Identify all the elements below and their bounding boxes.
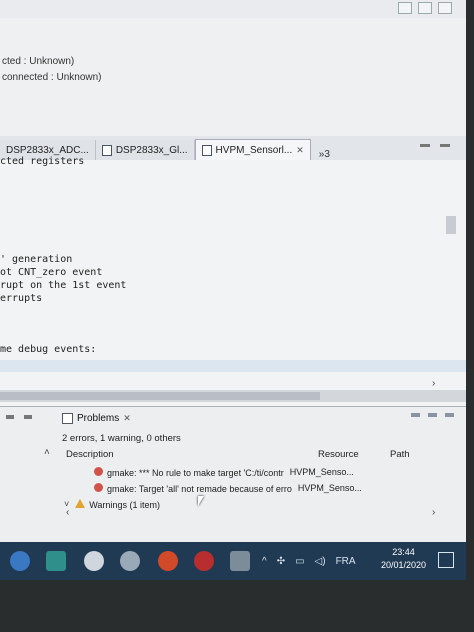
minimize-editor-icon[interactable] [420, 144, 430, 147]
tab-overflow-button[interactable]: »3 [319, 149, 330, 160]
app-icon[interactable] [10, 551, 30, 571]
problems-view: Problems ✕ 2 errors, 1 warning, 0 others… [0, 406, 466, 543]
problems-toolbar [411, 413, 454, 417]
debug-line: cted : Unknown) [2, 56, 75, 67]
error-icon [94, 467, 103, 476]
code-line: errupts [0, 293, 43, 304]
problems-summary: 2 errors, 1 warning, 0 others [62, 433, 181, 444]
debug-line: connected : Unknown) [2, 72, 102, 83]
window-top-bar [0, 0, 466, 18]
horizontal-scroll-thumb[interactable] [0, 392, 320, 400]
error-icon [94, 483, 103, 492]
code-editor[interactable]: cted registers ' generation ot CNT_zero … [0, 156, 466, 406]
problem-resource: HVPM_Senso... [297, 483, 362, 493]
editor-controls [420, 144, 450, 147]
language-indicator[interactable]: FRA [336, 556, 356, 567]
clock-time: 23:44 [392, 547, 415, 557]
problem-description: gmake: *** No rule to make target 'C:/ti… [107, 468, 284, 478]
menu-icon[interactable] [428, 413, 437, 417]
vertical-scrollbar[interactable] [446, 216, 456, 234]
problem-row[interactable]: gmake: Target 'all' not remade because o… [94, 483, 362, 494]
clock[interactable]: 23:44 20/01/2020 [381, 546, 426, 572]
code-line: me debug events: [0, 344, 97, 355]
app-icon[interactable] [230, 551, 250, 571]
app-icon[interactable] [46, 551, 66, 571]
app-icon[interactable] [120, 551, 140, 571]
taskbar: ^ ✣ ▭ ◁) FRA 23:44 20/01/2020 [0, 542, 466, 580]
scroll-left-icon[interactable]: ‹ [66, 507, 69, 518]
powerpoint-icon[interactable] [158, 551, 178, 571]
app-icon[interactable] [194, 551, 214, 571]
current-line-highlight [0, 360, 466, 372]
debug-view: cted : Unknown) connected : Unknown) [0, 18, 466, 137]
system-tray: ^ ✣ ▭ ◁) FRA [262, 556, 356, 567]
tab-dsp2833x-gl[interactable]: DSP2833x_Gl... [95, 140, 195, 160]
minimize-view-icon[interactable] [6, 415, 14, 419]
c-file-icon [201, 144, 212, 156]
close-view-icon[interactable]: ✕ [123, 413, 131, 424]
battery-icon[interactable]: ▭ [295, 556, 304, 567]
clock-date: 20/01/2020 [380, 560, 426, 570]
code-line: cted registers [0, 156, 85, 167]
mouse-cursor [198, 496, 204, 506]
problems-title: Problems [77, 413, 120, 424]
column-path[interactable]: Path [390, 449, 410, 460]
maximize-editor-icon[interactable] [440, 144, 450, 147]
show-hidden-icons-icon[interactable]: ^ [262, 556, 267, 567]
minimize-button[interactable] [398, 2, 412, 14]
column-resource[interactable]: Resource [318, 449, 359, 460]
minimize-icon[interactable] [445, 413, 454, 417]
problems-tab[interactable]: Problems ✕ [62, 413, 131, 424]
code-line: ' generation [0, 254, 73, 265]
close-button[interactable] [438, 2, 452, 14]
scroll-right-icon[interactable]: › [432, 378, 435, 389]
maximize-button[interactable] [418, 2, 432, 14]
problems-icon [62, 413, 73, 424]
network-icon[interactable]: ✣ [277, 556, 285, 567]
close-tab-icon[interactable]: ✕ [296, 145, 304, 156]
maximize-view-icon[interactable] [24, 415, 32, 419]
notifications-icon[interactable] [438, 552, 454, 568]
view-controls [6, 415, 32, 419]
warning-icon [75, 499, 86, 508]
tab-label: DSP2833x_ADC... [6, 144, 89, 156]
tab-hvpm-sensorl[interactable]: HVPM_Sensorl... ✕ [194, 139, 311, 160]
tab-label: DSP2833x_Gl... [115, 144, 188, 156]
problem-resource: HVPM_Senso... [289, 467, 354, 477]
window-controls [398, 2, 452, 14]
scroll-right-icon[interactable]: › [432, 507, 435, 518]
settings-gear-icon[interactable] [84, 551, 104, 571]
problem-group-row[interactable]: ˅ Warnings (1 item) [64, 499, 160, 510]
problem-description: Warnings (1 item) [89, 500, 160, 510]
code-line: rupt on the 1st event [0, 280, 127, 291]
problem-row[interactable]: gmake: *** No rule to make target 'C:/ti… [94, 467, 354, 478]
screen: cted : Unknown) connected : Unknown) DSP… [0, 0, 466, 580]
volume-icon[interactable]: ◁) [315, 556, 326, 567]
column-description[interactable]: Description [66, 449, 114, 460]
filter-icon[interactable] [411, 413, 420, 417]
scroll-up-icon[interactable]: ˄ [44, 447, 50, 458]
problem-description: gmake: Target 'all' not remade because o… [107, 484, 292, 494]
tab-label: HVPM_Sensorl... [215, 144, 293, 156]
code-line: ot CNT_zero event [0, 267, 103, 278]
c-file-icon [101, 144, 112, 156]
